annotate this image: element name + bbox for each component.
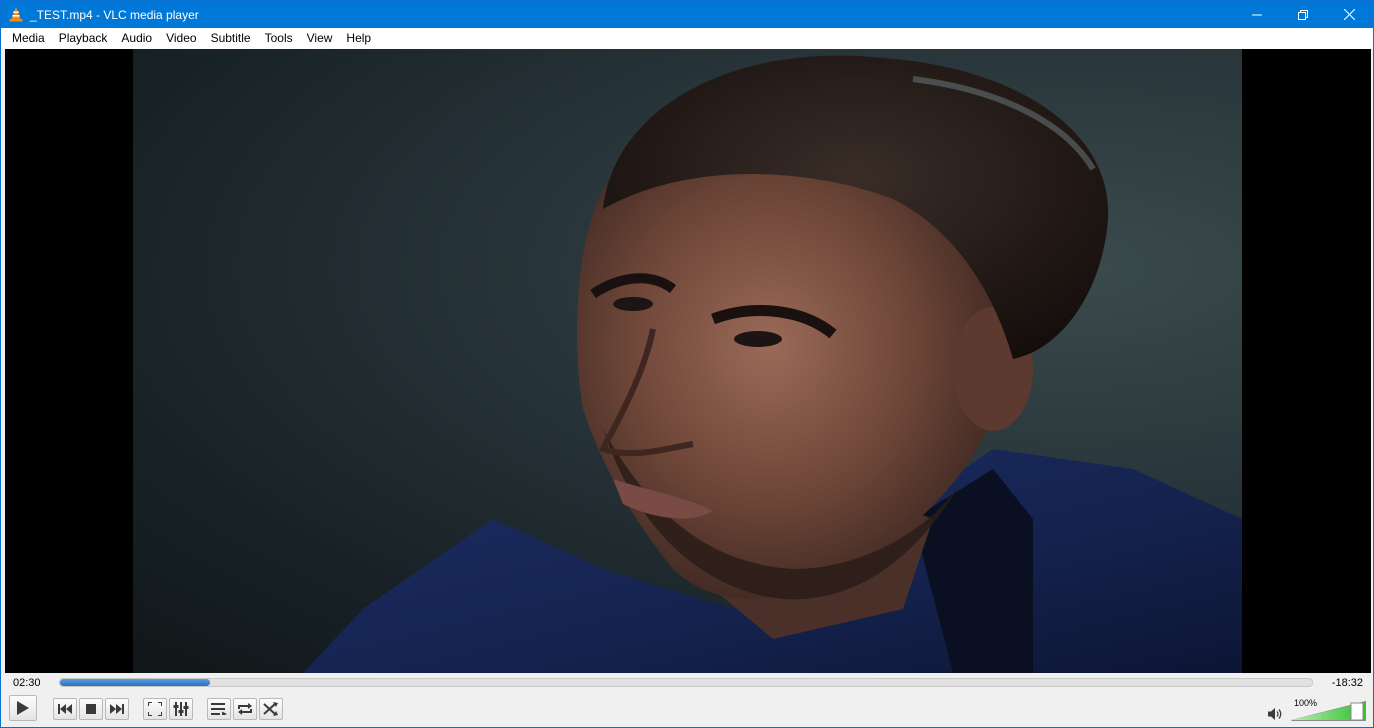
menu-playback[interactable]: Playback bbox=[52, 28, 115, 49]
fullscreen-button[interactable] bbox=[143, 698, 167, 720]
next-icon bbox=[110, 704, 124, 714]
playlist-icon bbox=[211, 703, 227, 715]
menu-media[interactable]: Media bbox=[5, 28, 52, 49]
time-elapsed[interactable]: 02:30 bbox=[13, 677, 41, 689]
close-button[interactable] bbox=[1326, 1, 1372, 28]
menu-view[interactable]: View bbox=[300, 28, 340, 49]
extended-settings-icon bbox=[173, 702, 189, 716]
menu-tools[interactable]: Tools bbox=[258, 28, 300, 49]
previous-icon bbox=[58, 704, 72, 714]
loop-button[interactable] bbox=[233, 698, 257, 720]
restore-button[interactable] bbox=[1280, 1, 1326, 28]
restore-icon bbox=[1298, 9, 1308, 20]
volume-slider[interactable] bbox=[1291, 701, 1366, 721]
shuffle-button[interactable] bbox=[259, 698, 283, 720]
next-button[interactable] bbox=[105, 698, 129, 720]
loop-icon bbox=[238, 703, 252, 715]
menu-subtitle[interactable]: Subtitle bbox=[204, 28, 258, 49]
window-title: _TEST.mp4 - VLC media player bbox=[30, 8, 199, 22]
vlc-cone-icon bbox=[9, 7, 23, 22]
extended-settings-button[interactable] bbox=[169, 698, 193, 720]
title-bar: _TEST.mp4 - VLC media player bbox=[1, 1, 1373, 28]
time-remaining[interactable]: -18:32 bbox=[1332, 677, 1363, 689]
shuffle-icon bbox=[263, 702, 278, 716]
fullscreen-icon bbox=[148, 702, 162, 716]
previous-button[interactable] bbox=[53, 698, 77, 720]
menu-bar: Media Playback Audio Video Subtitle Tool… bbox=[1, 28, 1373, 49]
seek-row: 02:30 -18:32 bbox=[5, 673, 1371, 693]
playlist-button[interactable] bbox=[207, 698, 231, 720]
control-bar: 100% bbox=[5, 693, 1371, 725]
stop-icon bbox=[86, 704, 96, 714]
play-icon bbox=[17, 701, 29, 715]
minimize-icon bbox=[1252, 14, 1262, 15]
video-frame bbox=[133, 49, 1242, 673]
close-icon bbox=[1343, 9, 1355, 20]
menu-help[interactable]: Help bbox=[339, 28, 378, 49]
vlc-window: _TEST.mp4 - VLC media player Media Playb… bbox=[0, 0, 1374, 728]
seek-bar-fill bbox=[60, 679, 211, 686]
video-frame-image bbox=[303, 55, 1242, 673]
minimize-button[interactable] bbox=[1234, 1, 1280, 28]
seek-bar[interactable] bbox=[59, 678, 1313, 687]
menu-video[interactable]: Video bbox=[159, 28, 203, 49]
volume-slider-handle[interactable] bbox=[1350, 702, 1364, 721]
menu-audio[interactable]: Audio bbox=[114, 28, 159, 49]
video-display[interactable] bbox=[5, 49, 1371, 673]
stop-button[interactable] bbox=[79, 698, 103, 720]
volume-icon[interactable] bbox=[1267, 707, 1283, 721]
play-button[interactable] bbox=[9, 695, 37, 721]
